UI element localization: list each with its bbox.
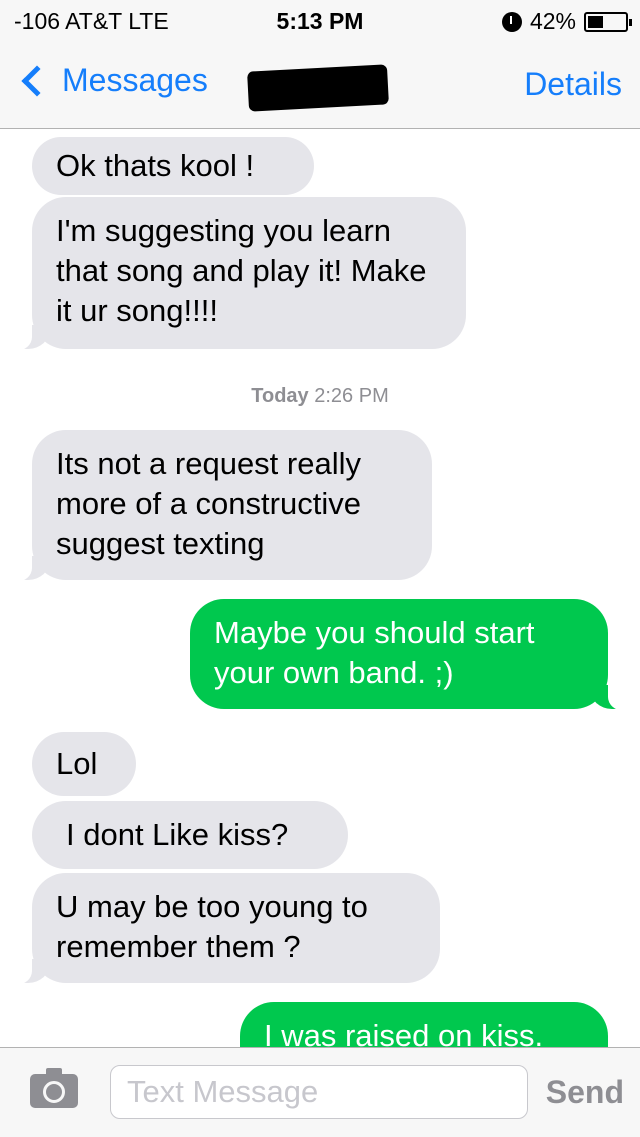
conversation-timestamp: Today 2:26 PM — [0, 385, 640, 408]
send-button[interactable]: Send — [546, 1074, 624, 1111]
timestamp-day: Today — [251, 385, 309, 407]
message-bubble-outgoing[interactable]: Maybe you should start your own band. ;) — [190, 599, 632, 711]
details-button[interactable]: Details — [524, 66, 622, 103]
message-input[interactable] — [110, 1065, 528, 1119]
status-bar: -106 AT&T LTE 5:13 PM 42% — [0, 0, 640, 40]
back-button[interactable]: Messages — [16, 62, 208, 99]
message-bubble-incoming[interactable]: Its not a request really more of a const… — [8, 430, 432, 582]
battery-fill — [588, 15, 603, 28]
status-right: 42% — [501, 8, 632, 35]
battery-icon — [584, 11, 632, 32]
chevron-left-icon — [21, 64, 53, 97]
camera-icon[interactable] — [30, 1068, 78, 1108]
timestamp-time: 2:26 PM — [314, 385, 389, 407]
message-bubble-outgoing[interactable]: I was raised on kiss. — [240, 1002, 608, 1047]
navigation-bar: Messages Details — [0, 40, 640, 129]
message-bubble-incoming[interactable]: Lol — [32, 732, 136, 796]
message-list[interactable]: Ok thats kool ! I'm suggesting you learn… — [0, 129, 640, 1047]
compose-bar: Send — [0, 1047, 640, 1137]
battery-percent: 42% — [529, 8, 576, 34]
message-bubble-incoming[interactable]: Ok thats kool ! — [32, 137, 314, 195]
message-bubble-incoming[interactable]: I'm suggesting you learn that song and p… — [8, 197, 466, 351]
message-bubble-incoming[interactable]: I dont Like kiss? — [32, 801, 348, 869]
alarm-icon — [501, 11, 522, 32]
back-label: Messages — [62, 62, 208, 98]
contact-name-redacted[interactable] — [247, 64, 389, 112]
message-bubble-incoming[interactable]: U may be too young to remember them ? — [8, 873, 440, 985]
